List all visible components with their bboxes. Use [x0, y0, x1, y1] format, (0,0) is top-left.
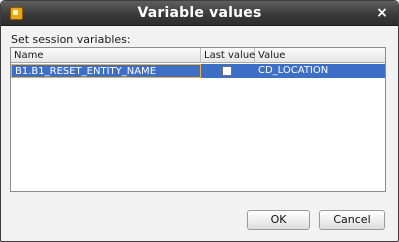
column-header-name[interactable]: Name [11, 48, 201, 63]
section-label: Set session variables: [11, 33, 131, 46]
ok-button[interactable]: OK [247, 210, 310, 230]
column-header-value[interactable]: Value [255, 48, 385, 63]
dialog-title: Variable values [137, 5, 262, 21]
cell-last-value[interactable] [201, 64, 255, 78]
column-header-last-value[interactable]: Last value [201, 48, 255, 63]
table-header: Name Last value Value [11, 48, 385, 63]
table-row[interactable]: B1.B1_RESET_ENTITY_NAME CD_LOCATION [11, 64, 385, 78]
cell-variable-name[interactable]: B1.B1_RESET_ENTITY_NAME [11, 64, 201, 78]
cell-value[interactable]: CD_LOCATION [255, 64, 385, 78]
close-icon[interactable]: × [374, 5, 390, 21]
title-bar[interactable]: Variable values × [1, 1, 398, 26]
last-value-checkbox[interactable] [222, 66, 232, 76]
variables-table: Name Last value Value B1.B1_RESET_ENTITY… [10, 47, 386, 192]
cancel-button[interactable]: Cancel [319, 210, 385, 230]
variable-values-dialog: Variable values × Set session variables:… [0, 0, 399, 242]
